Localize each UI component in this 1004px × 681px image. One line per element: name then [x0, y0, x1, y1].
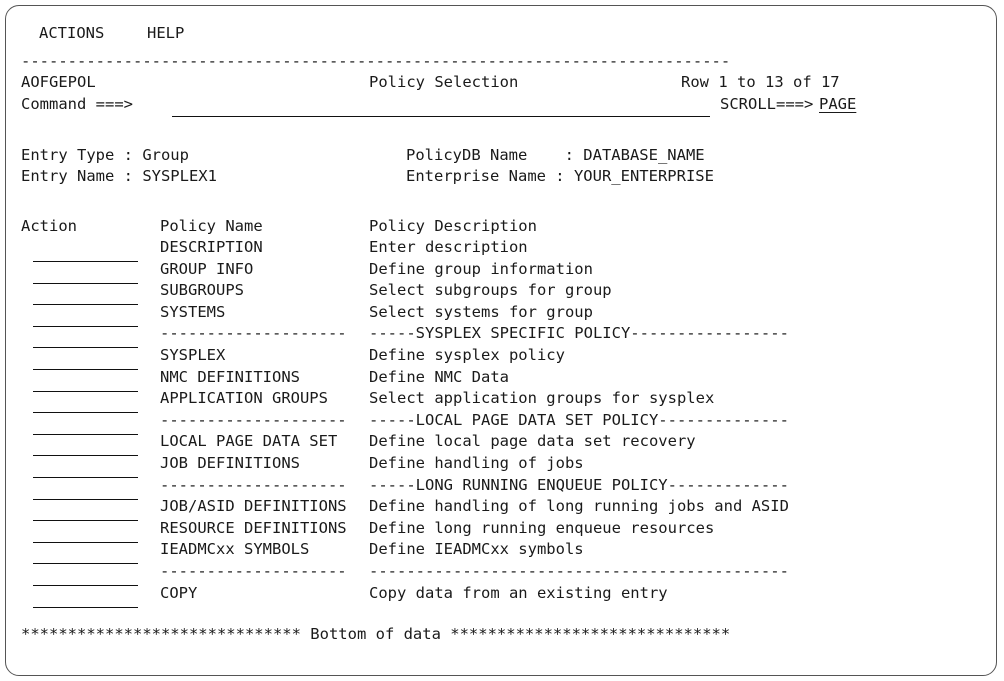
policy-description: -----LOCAL PAGE DATA SET POLICY---------…	[369, 410, 789, 429]
policy-description: Define group information	[369, 259, 593, 278]
policy-name: --------------------	[160, 410, 347, 429]
action-input[interactable]	[33, 347, 138, 349]
menu-item-actions[interactable]: ACTIONS	[39, 23, 104, 43]
enterprise-name: Enterprise Name : YOUR_ENTERPRISE	[406, 167, 714, 185]
menu-separator: ----------------------------------------…	[21, 52, 731, 70]
command-input-text	[172, 94, 710, 114]
policy-name: SYSPLEX	[160, 346, 226, 364]
scroll-label: SCROLL===>	[720, 95, 814, 113]
policy-name: GROUP INFO	[160, 259, 254, 278]
policy-description: Define handling of jobs	[369, 454, 584, 472]
panel-id: AOFGEPOL	[21, 73, 96, 91]
action-input[interactable]	[33, 520, 138, 522]
action-input[interactable]	[33, 585, 138, 586]
policydb-name: PolicyDB Name : DATABASE_NAME	[406, 146, 705, 164]
policy-description: ----------------------------------------…	[369, 562, 789, 580]
policy-name: IEADMCxx SYMBOLS	[160, 540, 310, 559]
action-input[interactable]	[33, 477, 138, 478]
page-title: Policy Selection	[369, 73, 519, 91]
policy-name: DESCRIPTION	[160, 238, 263, 256]
header-policy-description: Policy Description	[369, 217, 537, 235]
policy-name: --------------------	[160, 324, 347, 343]
command-input[interactable]	[172, 116, 710, 117]
policy-name: --------------------	[160, 562, 347, 580]
policy-description: -----LONG RUNNING ENQUEUE POLICY--------…	[369, 475, 789, 494]
policy-description: Define IEADMCxx symbols	[369, 540, 584, 559]
action-input[interactable]	[33, 325, 138, 327]
header-action: Action	[21, 217, 77, 235]
action-input[interactable]	[33, 433, 138, 435]
policy-name: --------------------	[160, 475, 347, 494]
action-input[interactable]	[33, 304, 138, 306]
entry-name: Entry Name : SYSPLEX1	[21, 167, 217, 185]
policy-description: Define local page data set recovery	[369, 432, 696, 451]
policy-description: Define NMC Data	[369, 367, 509, 386]
policy-name: SYSTEMS	[160, 302, 226, 321]
policy-description: Enter description	[369, 238, 528, 256]
policy-description: -----SYSPLEX SPECIFIC POLICY------------…	[369, 324, 789, 343]
action-input[interactable]	[33, 261, 138, 262]
policy-name: COPY	[160, 583, 198, 602]
action-input[interactable]	[33, 606, 138, 608]
policy-name: JOB DEFINITIONS	[160, 454, 300, 472]
action-input[interactable]	[33, 282, 138, 284]
policy-name: RESOURCE DEFINITIONS	[160, 518, 347, 537]
action-input[interactable]	[33, 455, 138, 457]
policy-description: Define sysplex policy	[369, 346, 565, 364]
policy-description: Copy data from an existing entry	[369, 583, 668, 602]
policy-description: Define long running enqueue resources	[369, 518, 715, 537]
action-input[interactable]	[33, 563, 138, 565]
policy-name: JOB/ASID DEFINITIONS	[160, 497, 347, 516]
policy-description: Select application groups for sysplex	[369, 389, 715, 408]
entry-type: Entry Type : Group	[21, 146, 189, 164]
policy-description: Define handling of long running jobs and…	[369, 497, 789, 516]
policy-description: Select systems for group	[369, 302, 593, 321]
action-input[interactable]	[33, 390, 138, 392]
scroll-amount-field[interactable]: PAGE	[819, 94, 856, 114]
menu-item-help[interactable]: HELP	[147, 23, 184, 43]
policy-name: NMC DEFINITIONS	[160, 367, 300, 386]
command-label: Command ===>	[21, 95, 133, 113]
ispf-panel: ACTIONS HELP ---------------------------…	[0, 0, 856, 643]
policy-name: SUBGROUPS	[160, 281, 244, 300]
policy-name: APPLICATION GROUPS	[160, 389, 328, 408]
row-info: Row 1 to 13 of 17	[681, 73, 840, 91]
action-input[interactable]	[33, 541, 138, 543]
action-input[interactable]	[33, 369, 138, 370]
policy-name: LOCAL PAGE DATA SET	[160, 432, 338, 451]
bottom-of-data: ****************************** Bottom of…	[21, 625, 731, 643]
policy-description: Select subgroups for group	[369, 281, 612, 300]
header-policy-name: Policy Name	[160, 217, 263, 235]
action-input[interactable]	[33, 498, 138, 500]
action-input[interactable]	[33, 412, 138, 414]
